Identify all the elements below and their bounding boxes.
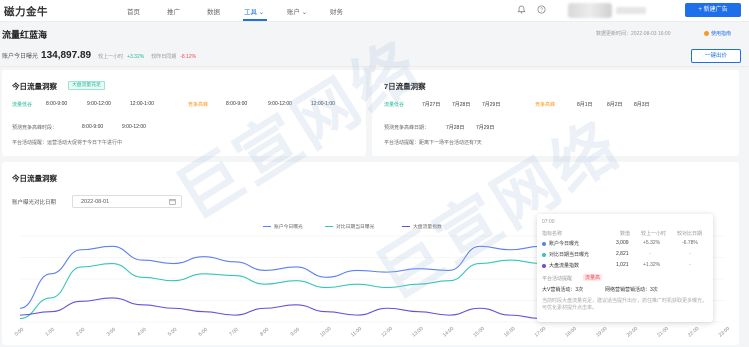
tooltip-row-value: 2,821 — [616, 251, 629, 257]
vs-hour-value: +3.32% — [127, 54, 145, 60]
nav-finance[interactable]: 财务 — [330, 6, 343, 16]
tooltip-row-value: 1,021 — [616, 262, 629, 268]
exposure-label: 账户今日曝光 — [2, 54, 39, 60]
legend-swatch — [402, 225, 410, 228]
week-low-date: 7月27日 — [422, 102, 441, 108]
vs-yesterday-value: -8.12% — [180, 54, 197, 60]
tooltip-series-dot — [542, 264, 546, 268]
legend-label: 大盘流量指数 — [413, 225, 442, 230]
today-suggest-slot: 9:00-12:00 — [122, 124, 146, 130]
week-low-date: 7月29日 — [482, 102, 501, 108]
tooltip-note: 当前时段大盘流量充足，建议适当提升出价，抓住推广时机获取更多曝光，可优化素材提升… — [542, 298, 708, 311]
tooltip-event-a: 大V营销活动：3次 — [542, 287, 584, 293]
tooltip-row-name: 大盘流量指数 — [549, 263, 580, 269]
today-event-reminder: 平台活动提醒：运营活动大促将于今日下午进行中 — [12, 140, 123, 146]
compare-date-value: 2022-08-01 — [81, 199, 110, 205]
today-insight-card: 今日流量洞察 大盘流量充足 流量低谷 8:00-9:00 9:00-12:00 … — [2, 70, 366, 156]
guide-label: 使用指南 — [711, 31, 732, 37]
tooltip-row-name: 对比日期当日曝光 — [549, 252, 590, 258]
avatar[interactable] — [568, 3, 612, 18]
vs-hour-label: 较上一小时 — [98, 54, 124, 60]
today-suggest-slot: 8:00-9:00 — [82, 124, 104, 130]
legend-item[interactable]: 账户今日曝光 — [263, 223, 303, 230]
nav-data[interactable]: 数据 — [207, 6, 220, 16]
new-ad-button[interactable]: + 新建广告 — [685, 3, 741, 17]
tooltip-series-dot — [542, 253, 546, 257]
week-suggest-label: 预测竞争高峰日期： — [384, 125, 430, 131]
bell-icon[interactable] — [516, 5, 526, 15]
today-low-label: 流量低谷 — [12, 102, 33, 108]
today-high-slot: 9:00-12:00 — [268, 101, 292, 107]
week-high-date: 8月3日 — [634, 102, 650, 108]
today-high-slot: 8:00-9:00 — [226, 101, 248, 107]
legend-item[interactable]: 大盘流量指数 — [402, 223, 442, 230]
top-navigation-bar: 磁力金牛 首页 推广 数据 工具 ⌄ 账户 ⌄ 财务 ? + 新建广告 — [0, 0, 749, 22]
account-name-blurred[interactable] — [616, 7, 646, 14]
tooltip-row-vs-compare: - — [689, 251, 691, 257]
traffic-status-badge: 大盘流量充足 — [68, 81, 105, 90]
svg-text:?: ? — [540, 7, 543, 13]
today-high-slot: 12:00-1:00 — [311, 101, 335, 107]
account-exposure-summary: 账户今日曝光 134,897.89 较上一小时 +3.32% 较昨日同期 -8.… — [2, 50, 196, 62]
update-time: 数据更新时间：2022-08-03 16:00 — [596, 31, 671, 37]
legend-swatch — [263, 225, 271, 228]
week-event-reminder: 平台活动提醒：距离下一场平台活动还有7天 — [384, 140, 482, 146]
compare-date-picker[interactable]: 2022-08-01 — [72, 195, 182, 208]
chart-card-title: 今日流量洞察 — [12, 174, 57, 183]
help-guide-link[interactable]: 使用指南 — [704, 30, 731, 37]
today-high-label: 竞争高峰 — [188, 102, 209, 108]
week-high-label: 竞争高峰 — [535, 102, 556, 108]
compare-date-label: 账户曝光对比日期 — [12, 200, 57, 206]
tooltip-event-tag: 流量高 — [583, 274, 603, 281]
today-suggest-label: 预测竞争高峰时段： — [12, 125, 58, 131]
tooltip-event-label: 平台活动提醒 — [542, 276, 573, 282]
tooltip-row-vs-hour: - — [649, 251, 651, 257]
today-card-title: 今日流量洞察 — [12, 82, 57, 91]
week-insight-card: 7日流量洞察 流量低谷 7月27日 7月28日 7月29日 竞争高峰 8月1日 … — [372, 70, 739, 156]
week-high-date: 8月1日 — [577, 102, 593, 108]
exposure-value: 134,897.89 — [41, 50, 92, 61]
tooltip-time: 07:00 — [542, 219, 555, 225]
week-suggest-date: 7月28日 — [446, 125, 465, 131]
today-low-slot: 9:00-12:00 — [87, 101, 111, 107]
tooltip-series-dot — [542, 242, 546, 246]
tooltip-header: 较对比日期 — [677, 231, 703, 237]
nav-promotion[interactable]: 推广 — [167, 6, 180, 16]
legend-label: 账户今日曝光 — [274, 225, 303, 230]
legend-label: 对比日期当日曝光 — [336, 225, 375, 230]
help-icon[interactable]: ? — [536, 5, 546, 15]
week-suggest-date: 7月29日 — [476, 125, 495, 131]
today-low-slot: 8:00-9:00 — [46, 101, 68, 107]
today-low-slot: 12:00-1:00 — [130, 101, 154, 107]
app-logo[interactable]: 磁力金牛 — [4, 4, 48, 19]
week-low-label: 流量低谷 — [384, 102, 405, 108]
tooltip-row-value: 3,009 — [616, 240, 629, 246]
legend-item[interactable]: 对比日期当日曝光 — [325, 223, 374, 230]
week-card-title: 7日流量洞察 — [384, 82, 426, 91]
nav-home[interactable]: 首页 — [127, 6, 140, 16]
page-title: 流量红蓝海 — [2, 30, 48, 40]
nav-active-indicator — [243, 19, 267, 21]
tooltip-row-vs-compare: - — [689, 262, 691, 268]
calendar-icon — [169, 198, 176, 207]
chart-tooltip: 07:00 指标名称 数值 较上一小时 较对比日期 账户今日曝光 3,009 +… — [537, 214, 713, 322]
tooltip-row-vs-hour: +1.32% — [643, 262, 661, 268]
header-divider — [0, 66, 749, 67]
tooltip-header: 较上一小时 — [641, 231, 667, 237]
legend-swatch — [325, 225, 333, 228]
tooltip-header: 数值 — [620, 231, 631, 237]
week-high-date: 8月2日 — [607, 102, 623, 108]
tooltip-event-b: 网络营销营销活动：3次 — [605, 287, 658, 293]
vs-yesterday-label: 较昨日同期 — [151, 54, 177, 60]
week-low-date: 7月28日 — [452, 102, 471, 108]
tooltip-header: 指标名称 — [542, 231, 563, 237]
guide-icon — [704, 31, 709, 36]
nav-tools[interactable]: 工具 ⌄ — [244, 6, 264, 16]
nav-account[interactable]: 账户 ⌄ — [287, 6, 307, 16]
one-click-bid-button[interactable]: 一键出价 — [691, 49, 741, 63]
tooltip-row-vs-hour: +5.32% — [643, 240, 661, 246]
tooltip-row-vs-compare: -6.78% — [682, 240, 698, 246]
tooltip-row-name: 账户今日曝光 — [549, 241, 580, 247]
